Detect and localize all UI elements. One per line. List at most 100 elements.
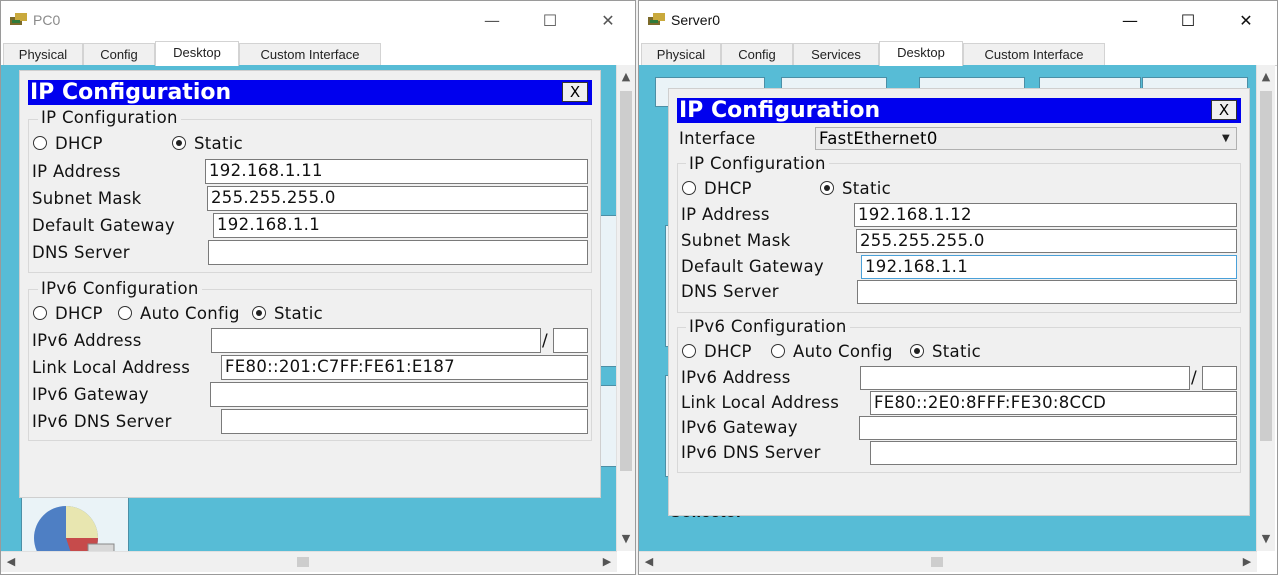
ip-configuration-dialog: IP Configuration X Interface FastEtherne…: [669, 89, 1249, 515]
link-local-address-input[interactable]: FE80::2E0:8FFF:FE30:8CCD: [870, 391, 1237, 415]
ipv6-dns-server-label: IPv6 DNS Server: [32, 412, 172, 431]
static-label: Static: [842, 179, 891, 198]
dhcp-radio[interactable]: [33, 136, 47, 150]
window-title: PC0: [33, 12, 61, 28]
minimize-button[interactable]: —: [1115, 9, 1145, 33]
ipv6-group-legend: IPv6 Configuration: [686, 317, 850, 336]
ipv6-static-radio[interactable]: [910, 344, 924, 358]
ipv6-dhcp-radio[interactable]: [682, 344, 696, 358]
static-label: Static: [194, 134, 243, 153]
static-radio[interactable]: [820, 181, 834, 195]
ipv6-static-label: Static: [932, 342, 981, 361]
scroll-left-icon[interactable]: ◀: [641, 554, 657, 570]
dialog-close-button[interactable]: X: [1211, 100, 1237, 120]
subnet-mask-label: Subnet Mask: [32, 189, 142, 208]
ipv6-gateway-label: IPv6 Gateway: [32, 385, 149, 404]
pc0-window: PC0 — ☐ ✕ Physical Config Desktop Custom…: [0, 0, 636, 575]
interface-label: Interface: [679, 129, 756, 148]
ipv6-gateway-input[interactable]: [210, 382, 588, 407]
server0-titlebar[interactable]: Server0 — ☐ ✕: [639, 1, 1277, 41]
ipv6-dns-server-input[interactable]: [221, 409, 588, 434]
scroll-left-icon[interactable]: ◀: [3, 554, 19, 570]
scroll-thumb[interactable]: [1260, 91, 1272, 441]
tab-config[interactable]: Config: [721, 43, 793, 65]
vertical-scrollbar[interactable]: ▲ ▼: [616, 65, 635, 551]
dialog-title-bar[interactable]: IP Configuration X: [677, 98, 1241, 123]
static-radio[interactable]: [172, 136, 186, 150]
maximize-button[interactable]: ☐: [535, 9, 565, 33]
scroll-up-icon[interactable]: ▲: [618, 69, 634, 85]
interface-select[interactable]: FastEthernet0 ▼: [815, 127, 1237, 150]
ipv6-address-input[interactable]: [211, 328, 541, 353]
dialog-title: IP Configuration: [30, 80, 232, 105]
ipv6-auto-config-radio[interactable]: [118, 306, 132, 320]
prefix-separator: /: [542, 331, 548, 351]
dns-server-input[interactable]: [208, 240, 588, 265]
ipv6-dhcp-label: DHCP: [55, 304, 103, 323]
packet-tracer-icon: [10, 13, 27, 25]
chevron-down-icon: ▼: [1222, 133, 1230, 144]
default-gateway-input[interactable]: 192.168.1.1: [213, 213, 588, 238]
subnet-mask-input[interactable]: 255.255.255.0: [207, 186, 588, 211]
tab-custom-interface[interactable]: Custom Interface: [239, 43, 381, 65]
ip-address-label: IP Address: [32, 162, 121, 181]
dialog-title-bar[interactable]: IP Configuration X: [28, 80, 592, 105]
scroll-thumb[interactable]: [620, 91, 632, 471]
ipv4-group-legend: IP Configuration: [686, 154, 829, 173]
link-local-address-input[interactable]: FE80::201:C7FF:FE61:E187: [221, 355, 588, 380]
pc0-titlebar[interactable]: PC0 — ☐ ✕: [1, 1, 635, 41]
packet-tracer-icon: [648, 13, 665, 25]
ip-address-input[interactable]: 192.168.1.12: [854, 203, 1237, 227]
dialog-title: IP Configuration: [679, 98, 881, 123]
horizontal-scrollbar[interactable]: ◀ ▶: [639, 551, 1257, 572]
scroll-down-icon[interactable]: ▼: [1258, 531, 1274, 547]
pie-chart-app-icon[interactable]: [21, 497, 129, 551]
scroll-down-icon[interactable]: ▼: [618, 531, 634, 547]
maximize-button[interactable]: ☐: [1173, 9, 1203, 33]
ipv6-static-radio[interactable]: [252, 306, 266, 320]
ipv6-dhcp-radio[interactable]: [33, 306, 47, 320]
ipv6-auto-config-label: Auto Config: [140, 304, 240, 323]
tab-desktop[interactable]: Desktop: [155, 41, 239, 66]
ipv6-address-input[interactable]: [860, 366, 1190, 390]
tab-services[interactable]: Services: [793, 43, 879, 65]
prefix-separator: /: [1191, 368, 1197, 388]
scroll-right-icon[interactable]: ▶: [1239, 554, 1255, 570]
pie-chart-icon: [34, 506, 115, 551]
subnet-mask-input[interactable]: 255.255.255.0: [856, 229, 1237, 253]
link-local-address-label: Link Local Address: [681, 393, 840, 412]
interface-select-value: FastEthernet0: [819, 129, 938, 148]
ipv6-prefix-input[interactable]: [553, 328, 588, 353]
close-button[interactable]: ✕: [593, 9, 623, 33]
ipv6-dns-server-input[interactable]: [870, 441, 1237, 465]
tab-config[interactable]: Config: [83, 43, 155, 65]
close-button[interactable]: ✕: [1231, 9, 1261, 33]
default-gateway-label: Default Gateway: [32, 216, 175, 235]
scroll-thumb[interactable]: [297, 557, 309, 567]
dialog-close-button[interactable]: X: [562, 82, 588, 102]
pc0-tab-bar: Physical Config Desktop Custom Interface: [1, 41, 635, 66]
ipv4-group-legend: IP Configuration: [38, 108, 181, 127]
minimize-button[interactable]: —: [477, 9, 507, 33]
ip-address-input[interactable]: 192.168.1.11: [205, 159, 588, 184]
dns-server-input[interactable]: [857, 280, 1237, 304]
scroll-up-icon[interactable]: ▲: [1258, 69, 1274, 85]
tab-desktop[interactable]: Desktop: [879, 41, 963, 66]
window-title: Server0: [671, 12, 721, 28]
tab-custom-interface[interactable]: Custom Interface: [963, 43, 1105, 65]
dhcp-label: DHCP: [704, 179, 752, 198]
dhcp-radio[interactable]: [682, 181, 696, 195]
ipv6-group-legend: IPv6 Configuration: [38, 279, 202, 298]
ipv6-gateway-input[interactable]: [859, 416, 1237, 440]
scroll-right-icon[interactable]: ▶: [599, 554, 615, 570]
ipv6-prefix-input[interactable]: [1202, 366, 1237, 390]
subnet-mask-label: Subnet Mask: [681, 231, 791, 250]
horizontal-scrollbar[interactable]: ◀ ▶: [1, 551, 617, 572]
scroll-thumb[interactable]: [931, 557, 943, 567]
tab-physical[interactable]: Physical: [3, 43, 83, 65]
vertical-scrollbar[interactable]: ▲ ▼: [1256, 65, 1275, 551]
ipv6-auto-config-radio[interactable]: [771, 344, 785, 358]
dhcp-label: DHCP: [55, 134, 103, 153]
default-gateway-input[interactable]: 192.168.1.1: [861, 255, 1237, 279]
tab-physical[interactable]: Physical: [641, 43, 721, 65]
